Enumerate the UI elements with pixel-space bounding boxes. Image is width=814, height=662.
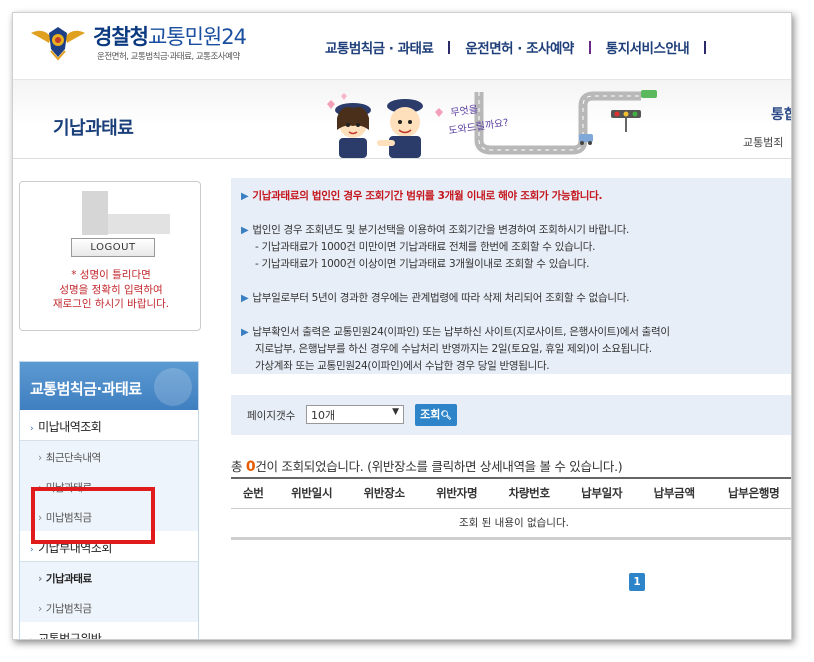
chevron-right-icon: › <box>30 636 34 639</box>
column-header: 순번 <box>231 478 276 509</box>
chevron-right-icon: › <box>38 452 42 464</box>
chevron-right-icon: › <box>30 424 34 434</box>
notice-line: - 기납과태료가 1000건 미만이면 기납과태료 전체를 한번에 조회할 수 … <box>255 241 596 253</box>
result-count-number: 0 <box>245 459 256 475</box>
pagination-page-1[interactable]: 1 <box>629 573 645 591</box>
triangle-bullet-icon: ▶ <box>241 293 249 304</box>
gnb-divider <box>704 40 707 54</box>
gnb-item-license[interactable]: 운전면허 · 조사예약 <box>465 37 574 57</box>
side-nav-subitem-unpaid-fines[interactable]: › 미납과태료 <box>20 471 198 501</box>
banner-side-subtitle: 교통범죄 <box>743 136 784 149</box>
page-title: 기납과태료 <box>53 118 134 139</box>
notice-box: ▶ 기납과태료의 법인인 경우 조회기간 범위를 3개월 이내로 해야 조회가 가… <box>231 178 791 374</box>
triangle-bullet-icon: ▶ <box>241 327 249 338</box>
search-icon: 🔍︎ <box>440 411 452 421</box>
column-header: 위반장소 <box>347 478 421 509</box>
notice-line: ▶ 법인인 경우 조회년도 및 분기선택을 이용하여 조회기간을 변경하여 조회하… <box>241 224 630 236</box>
chevron-right-icon: › <box>38 482 42 494</box>
column-header: 위반자명 <box>420 478 493 509</box>
gnb-divider <box>588 40 591 54</box>
site-logo-subtitle: 운전면허, 교통범칙금·과태료, 교통조사예약 <box>97 52 240 62</box>
browser-page: 경찰청교통민원24 운전면허, 교통범칙금·과태료, 교통조사예약 교통범칙금 … <box>12 12 792 640</box>
user-avatar-redacted <box>82 191 108 235</box>
gnb-divider <box>448 40 451 54</box>
column-header: 위반일시 <box>275 478 348 509</box>
global-nav: 교통범칙금 · 과태료 운전면허 · 조사예약 통지서비스안내 <box>325 37 721 57</box>
column-header: 납부금액 <box>637 478 711 509</box>
side-nav-title-decoration <box>154 368 192 406</box>
side-nav-subitem-unpaid-penalty[interactable]: › 미납범칙금 <box>20 501 198 531</box>
side-nav-item-unpaid[interactable]: › 미납내역조회 <box>20 410 198 441</box>
logout-button[interactable]: LOGOUT <box>71 238 155 257</box>
svg-text:무엇을: 무엇을 <box>450 103 479 119</box>
sub-banner: 기납과태료 무엇을 도와드릴까요? 통 교통범죄 <box>13 79 791 159</box>
side-nav-item-paid[interactable]: › 기납부내역조회 <box>20 531 198 562</box>
notice-line: ▶ 기납과태료의 법인인 경우 조회기간 범위를 3개월 이내로 해야 조회가 가… <box>241 190 603 202</box>
table-header-row: 순번 위반일시 위반장소 위반자명 차량번호 납부일자 납부금액 납부은행명 <box>231 478 791 509</box>
police-mascot-illustration: 무엇을 도와드릴까요? <box>327 90 657 158</box>
triangle-bullet-icon: ▶ <box>241 225 249 236</box>
search-button[interactable]: 조회🔍︎ <box>415 404 457 426</box>
result-count: 총 0건이 조회되었습니다. (위반장소를 클릭하면 상세내역을 볼 수 있습니… <box>231 459 623 475</box>
side-nav-subitem-recent[interactable]: › 최근단속내역 <box>20 441 198 471</box>
triangle-bullet-icon: ▶ <box>241 191 249 202</box>
chevron-down-icon: ▼ <box>392 407 399 417</box>
notice-line: 가상계좌 또는 교통민원24(이파인)에서 수납한 경우 당일 반영됩니다. <box>255 360 550 372</box>
side-nav-subitem-paid-fines[interactable]: › 기납과태료 <box>20 562 198 592</box>
column-header: 차량번호 <box>492 478 566 509</box>
notice-line: ▶ 납부확인서 출력은 교통민원24(이파인) 또는 납부하신 사이트(지로사이트… <box>241 326 670 338</box>
page-size-select[interactable]: 10개 ▼ <box>306 405 404 424</box>
notice-line: ▶ 납부일로부터 5년이 경과한 경우에는 관계법령에 따라 삭제 처리되어 조회… <box>241 292 630 304</box>
side-nav-title: 교통범칙금·과태료 <box>20 362 198 410</box>
page-size-label: 페이지갯수 <box>247 410 296 422</box>
side-nav-item-violations[interactable]: ›교통법규위반 <box>20 622 198 639</box>
site-logo-text[interactable]: 경찰청교통민원24 <box>93 21 247 51</box>
site-header: 경찰청교통민원24 운전면허, 교통범칙금·과태료, 교통조사예약 교통범칙금 … <box>13 13 791 79</box>
gnb-item-notification[interactable]: 통지서비스안내 <box>606 37 690 57</box>
chevron-right-icon: › <box>30 545 34 555</box>
relogin-notice: * 성명이 틀리다면 성명을 정확히 입력하여 재로그인 하시기 바랍니다. <box>20 268 202 312</box>
search-controls: 페이지갯수 10개 ▼ 조회🔍︎ <box>231 395 791 435</box>
relogin-notice-line: * 성명이 틀리다면 <box>71 269 151 281</box>
relogin-notice-line: 성명을 정확히 입력하여 <box>59 283 163 296</box>
chevron-right-icon: › <box>38 603 42 615</box>
side-nav-subitem-paid-penalty[interactable]: › 기납범칙금 <box>20 592 198 622</box>
chevron-right-icon: › <box>38 573 42 585</box>
gnb-item-fines[interactable]: 교통범칙금 · 과태료 <box>325 37 434 57</box>
column-header: 납부은행명 <box>710 478 791 509</box>
user-name-redacted <box>108 214 170 234</box>
side-nav: 교통범칙금·과태료 › 미납내역조회 › 최근단속내역 › 미납과태료 › 미납범칙금 … <box>19 361 199 639</box>
result-table: 순번 위반일시 위반장소 위반자명 차량번호 납부일자 납부금액 납부은행명 조… <box>231 477 791 540</box>
chevron-right-icon: › <box>38 512 42 524</box>
column-header: 납부일자 <box>565 478 638 509</box>
banner-side-title: 통합 <box>771 107 791 123</box>
login-status-box: LOGOUT * 성명이 틀리다면 성명을 정확히 입력하여 재로그인 하시기 … <box>19 181 201 331</box>
notice-line: - 기납과태료가 1000건 이상이면 기납과태료 3개월이내로 조회할 수 있… <box>255 258 590 270</box>
notice-line: 지로납부, 은행납부를 하신 경우에 수납처리 반영까지는 2일(토요일, 휴일… <box>255 343 652 355</box>
police-emblem-icon[interactable] <box>29 23 87 61</box>
table-row: 조회 된 내용이 없습니다. <box>231 508 791 540</box>
relogin-notice-line: 재로그인 하시기 바랍니다. <box>52 298 170 310</box>
empty-result-message: 조회 된 내용이 없습니다. <box>231 508 791 540</box>
